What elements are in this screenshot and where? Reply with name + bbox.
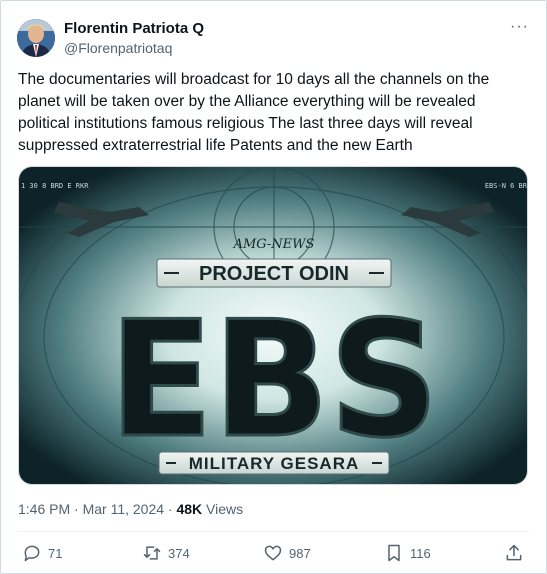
heart-icon	[264, 545, 282, 561]
repost-button[interactable]: 374	[142, 543, 190, 563]
ebs-big-text: EBS	[109, 286, 439, 473]
reply-icon	[24, 545, 40, 562]
author-name[interactable]: Florentin Patriota Q	[64, 20, 204, 38]
share-icon	[506, 544, 522, 561]
author-handle[interactable]: @Florenpatriotaq	[64, 40, 172, 57]
divider	[18, 531, 529, 532]
timestamp[interactable]: 1:46 PM · Mar 11, 2024 ·	[18, 501, 176, 517]
like-count: 987	[289, 545, 311, 561]
views-label: Views	[202, 501, 244, 517]
corner-left-text: 1 30 8 BRD E RKR	[21, 182, 89, 190]
watermark-text: AMG-NEWS	[233, 237, 315, 252]
avatar[interactable]	[17, 19, 55, 57]
more-options-icon[interactable]: ···	[510, 19, 529, 35]
reply-count: 71	[48, 545, 63, 561]
views-count: 48K	[176, 501, 203, 517]
tweet-meta: 1:46 PM · Mar 11, 2024 · 48K Views	[18, 500, 243, 518]
corner-right-text: EBS-N 6 BR	[485, 182, 528, 190]
bookmark-button[interactable]: 116	[384, 543, 431, 563]
reply-button[interactable]: 71	[22, 543, 62, 563]
bookmark-count: 116	[410, 545, 431, 561]
share-button[interactable]	[504, 543, 524, 563]
project-title: PROJECT ODIN	[199, 263, 349, 285]
repost-icon	[143, 546, 161, 560]
tweet-text: The documentaries will broadcast for 10 …	[18, 71, 490, 154]
action-bar: 71 374 987 116	[0, 541, 547, 567]
image-subtitle: MILITARY GESARA	[189, 454, 360, 473]
tweet-image[interactable]: 1 30 8 BRD E RKR EBS-N 6 BR AMG-NEWS PRO…	[18, 166, 528, 485]
avatar-image	[17, 19, 55, 57]
like-button[interactable]: 987	[263, 543, 311, 563]
bookmark-icon	[388, 544, 400, 562]
project-odin-ebs-image: 1 30 8 BRD E RKR EBS-N 6 BR AMG-NEWS PRO…	[19, 167, 528, 484]
repost-count: 374	[168, 545, 190, 561]
